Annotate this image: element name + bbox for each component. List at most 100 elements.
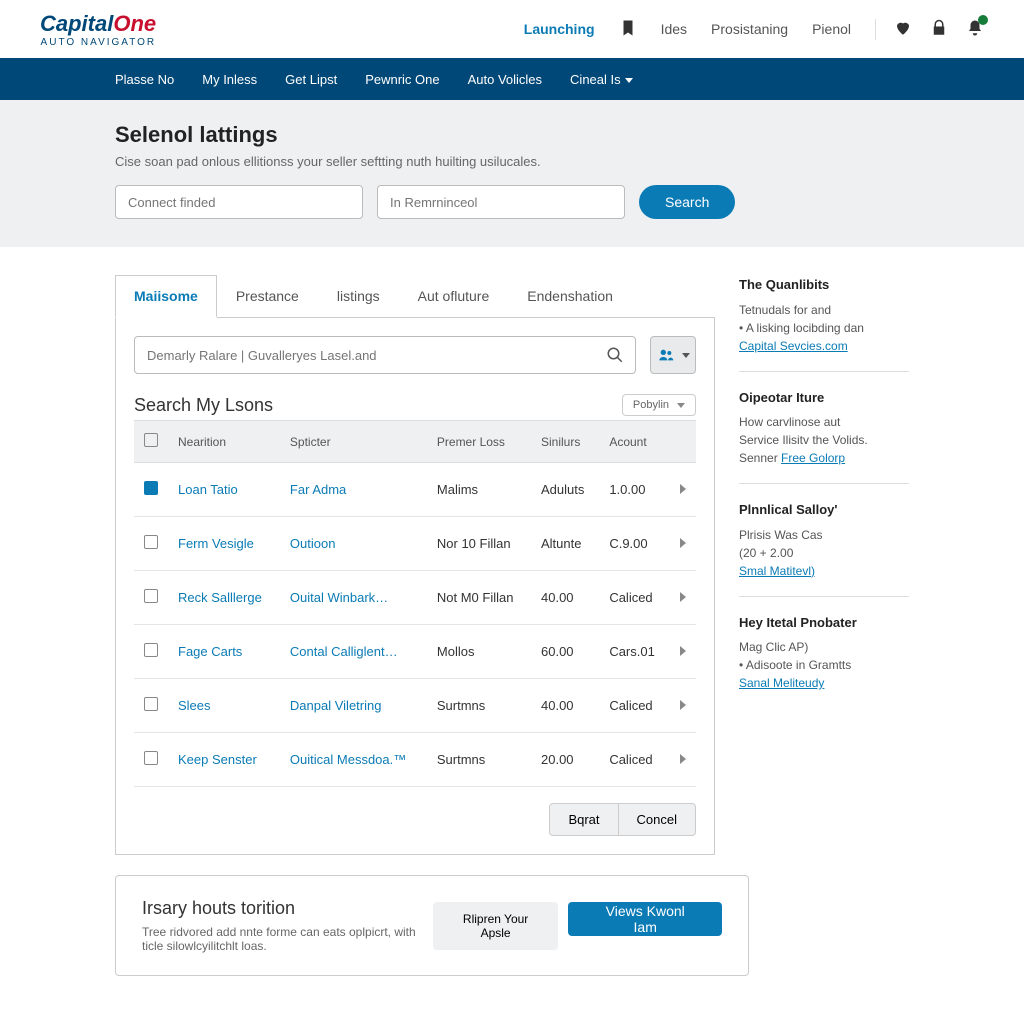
table-row[interactable]: Reck Salllerge Ouital Winbark… Not M0 Fi… xyxy=(134,571,696,625)
cell-account: Caliced xyxy=(599,571,670,625)
cell-nearition[interactable]: Keep Senster xyxy=(168,733,280,787)
page-title: Selenol lattings xyxy=(115,122,909,148)
sort-dropdown[interactable]: Pobylin xyxy=(622,394,696,416)
tab-maisome[interactable]: Maiisome xyxy=(115,275,217,318)
logo[interactable]: CapitalOne AUTO NAVIGATOR xyxy=(40,11,156,48)
col-nearition: Nearition xyxy=(168,421,280,463)
results-table: Nearition Spticter Premer Loss Sinilurs … xyxy=(134,420,696,787)
cell-nearition[interactable]: Loan Tatio xyxy=(168,463,280,517)
cell-spticter[interactable]: Ouital Winbark… xyxy=(280,571,427,625)
search-button[interactable]: Search xyxy=(639,185,735,219)
chevron-right-icon xyxy=(680,754,686,764)
cell-sinlurs: 40.00 xyxy=(531,571,599,625)
connect-input[interactable] xyxy=(115,185,363,219)
cell-premer: Nor 10 Fillan xyxy=(427,517,531,571)
nav-please-no[interactable]: Plasse No xyxy=(115,72,174,87)
promo-views-button[interactable]: Views Kwonl Iam xyxy=(568,902,722,936)
nav-cinel[interactable]: Cineal Is xyxy=(570,72,633,87)
cell-premer: Mollos xyxy=(427,625,531,679)
cell-spticter[interactable]: Ouitical Messdoa.™ xyxy=(280,733,427,787)
side-link-sevcies[interactable]: Capital Sevcies.com xyxy=(739,339,848,353)
side-quanlibits: The Quanlibits Tetnudals for and • A lis… xyxy=(739,275,909,372)
chevron-right-icon xyxy=(680,484,686,494)
side-oipeotar: Oipeotar Iture How carvlinose aut Servic… xyxy=(739,388,909,485)
table-row[interactable]: Keep Senster Ouitical Messdoa.™ Surtmns … xyxy=(134,733,696,787)
cell-spticter[interactable]: Danpal Viletring xyxy=(280,679,427,733)
cell-nearition[interactable]: Ferm Vesigle xyxy=(168,517,280,571)
row-checkbox[interactable] xyxy=(144,697,158,711)
concel-button[interactable]: Concel xyxy=(618,803,696,836)
cell-nearition[interactable]: Slees xyxy=(168,679,280,733)
side-link-matitevl[interactable]: Smal Matitevl) xyxy=(739,564,815,578)
cell-account: 1.0.00 xyxy=(599,463,670,517)
cell-account: Caliced xyxy=(599,733,670,787)
side-itetal: Hey Itetal Pnobater Mag Clic AP) • Adiso… xyxy=(739,613,909,709)
tab-aut-culture[interactable]: Aut ofluture xyxy=(399,275,509,317)
cell-premer: Surtmns xyxy=(427,679,531,733)
nav-prostaning[interactable]: Prosistaning xyxy=(711,21,788,37)
chevron-right-icon xyxy=(680,592,686,602)
nav-auto-vehicles[interactable]: Auto Volicles xyxy=(468,72,542,87)
section-heading: Search My Lsons xyxy=(134,395,273,416)
col-sinlurs: Sinilurs xyxy=(531,421,599,463)
cell-spticter[interactable]: Contal Calliglent… xyxy=(280,625,427,679)
cell-account: Cars.01 xyxy=(599,625,670,679)
row-chevron[interactable] xyxy=(670,463,696,517)
side-link-golorp[interactable]: Free Golorp xyxy=(781,451,845,465)
row-chevron[interactable] xyxy=(670,625,696,679)
panel-search-input[interactable] xyxy=(134,336,636,374)
nav-pewneric[interactable]: Pewnric One xyxy=(365,72,439,87)
side-plnnlical: Plnnlical Salloy' Plrisis Was Cas (20 + … xyxy=(739,500,909,597)
tab-prestance[interactable]: Prestance xyxy=(217,275,318,317)
cell-nearition[interactable]: Fage Carts xyxy=(168,625,280,679)
cell-account: C.9.00 xyxy=(599,517,670,571)
people-filter-button[interactable] xyxy=(650,336,696,374)
tab-listings[interactable]: listings xyxy=(318,275,399,317)
heart-icon[interactable] xyxy=(894,19,912,40)
cell-premer: Not M0 Fillan xyxy=(427,571,531,625)
row-chevron[interactable] xyxy=(670,733,696,787)
bqrat-button[interactable]: Bqrat xyxy=(549,803,617,836)
search-icon[interactable] xyxy=(606,346,624,367)
nav-ides[interactable]: Ides xyxy=(661,21,687,37)
side-link-meliteudy[interactable]: Sanal Meliteudy xyxy=(739,676,824,690)
row-checkbox[interactable] xyxy=(144,643,158,657)
col-spticter: Spticter xyxy=(280,421,427,463)
cell-sinlurs: 40.00 xyxy=(531,679,599,733)
row-checkbox[interactable] xyxy=(144,589,158,603)
bookmark-icon[interactable] xyxy=(619,19,637,40)
promo-body: Tree ridvored add nnte forme can eats op… xyxy=(142,925,433,953)
cell-account: Caliced xyxy=(599,679,670,733)
row-chevron[interactable] xyxy=(670,679,696,733)
cell-spticter[interactable]: Far Adma xyxy=(280,463,427,517)
table-row[interactable]: Ferm Vesigle Outioon Nor 10 Fillan Altun… xyxy=(134,517,696,571)
nav-pienol[interactable]: Pienol xyxy=(812,21,851,37)
cell-spticter[interactable]: Outioon xyxy=(280,517,427,571)
promo-banner: Irsary houts torition Tree ridvored add … xyxy=(115,875,749,976)
table-row[interactable]: Slees Danpal Viletring Surtmns 40.00 Cal… xyxy=(134,679,696,733)
cell-nearition[interactable]: Reck Salllerge xyxy=(168,571,280,625)
table-row[interactable]: Loan Tatio Far Adma Malims Aduluts 1.0.0… xyxy=(134,463,696,517)
row-checkbox[interactable] xyxy=(144,535,158,549)
nav-launching[interactable]: Launching xyxy=(524,21,595,37)
nav-get-lipst[interactable]: Get Lipst xyxy=(285,72,337,87)
row-checkbox[interactable] xyxy=(144,481,158,495)
promo-apple-button[interactable]: Rlipren Your Apsle xyxy=(433,902,559,950)
row-chevron[interactable] xyxy=(670,517,696,571)
remninced-input[interactable] xyxy=(377,185,625,219)
chevron-right-icon xyxy=(680,538,686,548)
table-row[interactable]: Fage Carts Contal Calliglent… Mollos 60.… xyxy=(134,625,696,679)
col-premer: Premer Loss xyxy=(427,421,531,463)
row-checkbox[interactable] xyxy=(144,751,158,765)
chevron-down-icon xyxy=(677,403,685,408)
cell-sinlurs: Aduluts xyxy=(531,463,599,517)
lock-icon[interactable] xyxy=(930,19,948,40)
col-account: Acount xyxy=(599,421,670,463)
tab-endenshation[interactable]: Endenshation xyxy=(508,275,632,317)
main-nav: Plasse No My Inless Get Lipst Pewnric On… xyxy=(0,58,1024,100)
tab-bar: Maiisome Prestance listings Aut ofluture… xyxy=(115,275,715,318)
notification-icon[interactable] xyxy=(966,19,984,40)
row-chevron[interactable] xyxy=(670,571,696,625)
nav-my-inles[interactable]: My Inless xyxy=(202,72,257,87)
select-all-checkbox[interactable] xyxy=(144,433,158,447)
